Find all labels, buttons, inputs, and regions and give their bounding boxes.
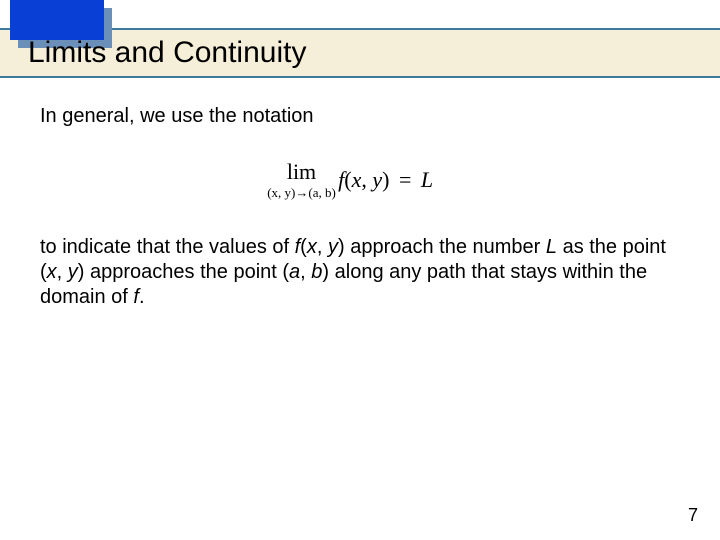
t-c3: , <box>300 261 311 283</box>
lim-symbol: lim (x, y)→(a, b) <box>287 159 316 201</box>
eq-equals: = <box>393 167 416 192</box>
t-c1: , <box>317 236 328 258</box>
t-L: L <box>546 236 557 258</box>
t-a: a <box>289 261 300 283</box>
t-c2: , <box>57 261 68 283</box>
limit-equation: lim (x, y)→(a, b) f(x, y) = L <box>40 159 680 201</box>
eq-y: y <box>372 167 382 192</box>
page-number: 7 <box>688 505 698 526</box>
t2: approach the number <box>345 236 546 258</box>
equation-rhs: f(x, y) = L <box>338 167 433 193</box>
t-x2: x <box>47 261 57 283</box>
t-b: b <box>311 261 322 283</box>
lim-subscript: (x, y)→(a, b) <box>267 185 336 201</box>
eq-close: ) <box>382 167 389 192</box>
t-y2: y <box>68 261 78 283</box>
t-op1: ( <box>300 236 307 258</box>
t-cl1: ) <box>338 236 345 258</box>
t-y1: y <box>328 236 338 258</box>
content-area: In general, we use the notation lim (x, … <box>40 104 680 318</box>
t-period: . <box>139 286 145 308</box>
eq-x: x <box>352 167 362 192</box>
eq-L: L <box>421 167 433 192</box>
lim-label: lim <box>287 159 316 185</box>
eq-open: ( <box>344 167 351 192</box>
t1: to indicate that the values of <box>40 236 295 258</box>
intro-text: In general, we use the notation <box>40 104 680 129</box>
t4: ) approaches the point ( <box>78 261 289 283</box>
page-title: Limits and Continuity <box>28 36 306 70</box>
decorative-box <box>10 0 104 40</box>
eq-comma: , <box>361 167 372 192</box>
explanation-text: to indicate that the values of f(x, y) a… <box>40 235 680 310</box>
t-x1: x <box>307 236 317 258</box>
